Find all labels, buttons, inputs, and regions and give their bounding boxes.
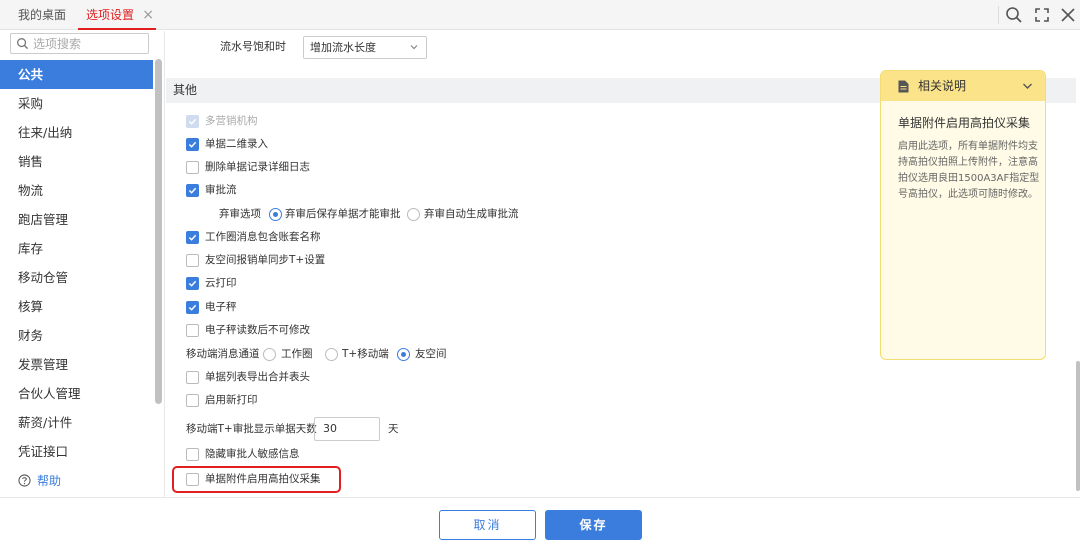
- checkbox[interactable]: [186, 138, 199, 151]
- option-label: 单据列表导出合并表头: [205, 371, 310, 383]
- mobile-days-input[interactable]: 30: [314, 417, 380, 441]
- sidebar-item-partner[interactable]: 合伙人管理: [0, 379, 153, 408]
- radio-channel-youkongjian[interactable]: [397, 348, 410, 361]
- checkbox[interactable]: [186, 231, 199, 244]
- radio-label: 友空间: [415, 348, 447, 360]
- fullscreen-icon[interactable]: [1032, 5, 1052, 25]
- radio-channel-workcircle[interactable]: [263, 348, 276, 361]
- checkbox[interactable]: [186, 371, 199, 384]
- panel-subtitle: 单据附件启用高拍仪采集: [898, 116, 1031, 130]
- search-icon[interactable]: [1004, 5, 1024, 25]
- checkbox[interactable]: [186, 394, 199, 407]
- reject-option-label: 弃审选项: [219, 208, 261, 220]
- sidebar-item-finance[interactable]: 财务: [0, 321, 153, 350]
- sidebar-item-invoice[interactable]: 发票管理: [0, 350, 153, 379]
- radio-label: T+移动端: [342, 348, 389, 360]
- section-title: 其他: [173, 83, 198, 97]
- question-icon: [18, 474, 31, 487]
- tab-label: 选项设置: [86, 8, 135, 22]
- panel-description: 启用此选项，所有单据附件均支持高拍仪拍照上传附件，注意高拍仪选用良田1500A3…: [898, 141, 1040, 200]
- save-button[interactable]: 保存: [545, 510, 642, 540]
- checkbox[interactable]: [186, 184, 199, 197]
- document-icon: [898, 80, 909, 93]
- days-unit: 天: [388, 423, 399, 435]
- sidebar-scrollbar[interactable]: [155, 59, 162, 404]
- sidebar-item-sales[interactable]: 销售: [0, 147, 153, 176]
- search-icon: [17, 38, 29, 50]
- check-icon: [188, 280, 197, 287]
- option-label: 启用新打印: [205, 394, 258, 406]
- radio-reject-auto-generate[interactable]: [407, 208, 420, 221]
- checkbox[interactable]: [186, 473, 199, 486]
- panel-header[interactable]: 相关说明: [881, 71, 1045, 101]
- sidebar-item-public[interactable]: 公共: [0, 60, 153, 89]
- panel-title: 相关说明: [918, 79, 967, 93]
- check-icon: [188, 141, 197, 148]
- sidebar-item-store-visit[interactable]: 跑店管理: [0, 205, 153, 234]
- option-label: 审批流: [205, 184, 237, 196]
- sidebar-item-payroll[interactable]: 薪资/计件: [0, 408, 153, 437]
- radio-label: 弃审后保存单据才能审批: [285, 208, 401, 220]
- option-search[interactable]: [10, 33, 149, 54]
- option-label: 隐藏审批人敏感信息: [205, 448, 300, 460]
- chevron-down-icon: [410, 45, 418, 50]
- sidebar-item-inventory[interactable]: 库存: [0, 234, 153, 263]
- option-label: 电子秤: [205, 301, 237, 313]
- checkbox[interactable]: [186, 115, 199, 128]
- checkbox[interactable]: [186, 254, 199, 267]
- sidebar: 公共 采购 往来/出纳 销售 物流 跑店管理 库存 移动仓管 核算 财务 发票管…: [0, 31, 165, 497]
- serial-saturation-select[interactable]: 增加流水长度: [303, 36, 427, 59]
- help-link[interactable]: 帮助: [18, 472, 61, 490]
- check-icon: [188, 304, 197, 311]
- sidebar-item-purchase[interactable]: 采购: [0, 89, 153, 118]
- sidebar-nav: 公共 采购 往来/出纳 销售 物流 跑店管理 库存 移动仓管 核算 财务 发票管…: [0, 60, 153, 466]
- option-label: 单据二维录入: [205, 138, 268, 150]
- check-icon: [188, 118, 197, 125]
- radio-reject-save-then-approve[interactable]: [269, 208, 282, 221]
- check-icon: [188, 234, 197, 241]
- close-window-icon[interactable]: [1058, 5, 1078, 25]
- related-info-panel: 相关说明 单据附件启用高拍仪采集 启用此选项，所有单据附件均支持高拍仪拍照上传附…: [880, 70, 1046, 360]
- tab-my-desktop[interactable]: 我的桌面: [18, 0, 66, 30]
- option-label: 删除单据记录详细日志: [205, 161, 310, 173]
- option-label: 单据附件启用高拍仪采集: [205, 473, 321, 485]
- select-value: 增加流水长度: [310, 41, 376, 54]
- radio-label: 工作圈: [281, 348, 313, 360]
- check-icon: [188, 187, 197, 194]
- option-label: 电子秤读数后不可修改: [205, 324, 310, 336]
- option-label: 多营销机构: [205, 115, 258, 127]
- option-label: 工作圈消息包含账套名称: [205, 231, 321, 243]
- option-label: 云打印: [205, 277, 237, 289]
- serial-saturation-label: 流水号饱和时: [220, 40, 286, 53]
- close-icon[interactable]: ×: [142, 0, 154, 30]
- help-label: 帮助: [37, 474, 62, 488]
- option-label: 友空间报销单同步T+设置: [205, 254, 326, 266]
- toolbar-divider: [998, 6, 999, 24]
- chevron-down-icon[interactable]: [1022, 81, 1033, 91]
- top-tab-bar: 我的桌面 选项设置 ×: [0, 0, 1080, 30]
- footer-bar: 取消 保存: [0, 497, 1080, 547]
- radio-label: 弃审自动生成审批流: [424, 208, 519, 220]
- cancel-button[interactable]: 取消: [439, 510, 536, 540]
- checkbox[interactable]: [186, 161, 199, 174]
- mobile-days-label: 移动端T+审批显示单据天数: [186, 423, 317, 435]
- sidebar-item-accounts-cashier[interactable]: 往来/出纳: [0, 118, 153, 147]
- search-input[interactable]: [33, 34, 145, 53]
- sidebar-item-costing[interactable]: 核算: [0, 292, 153, 321]
- sidebar-item-mobile-warehouse[interactable]: 移动仓管: [0, 263, 153, 292]
- main-scrollbar[interactable]: [1076, 361, 1080, 491]
- sidebar-item-voucher[interactable]: 凭证接口: [0, 437, 153, 466]
- tab-option-settings[interactable]: 选项设置 ×: [78, 0, 157, 30]
- radio-channel-tplus-mobile[interactable]: [325, 348, 338, 361]
- sidebar-item-logistics[interactable]: 物流: [0, 176, 153, 205]
- checkbox[interactable]: [186, 324, 199, 337]
- checkbox[interactable]: [186, 277, 199, 290]
- checkbox[interactable]: [186, 301, 199, 314]
- checkbox[interactable]: [186, 448, 199, 461]
- mobile-channel-label: 移动端消息通道: [186, 348, 260, 360]
